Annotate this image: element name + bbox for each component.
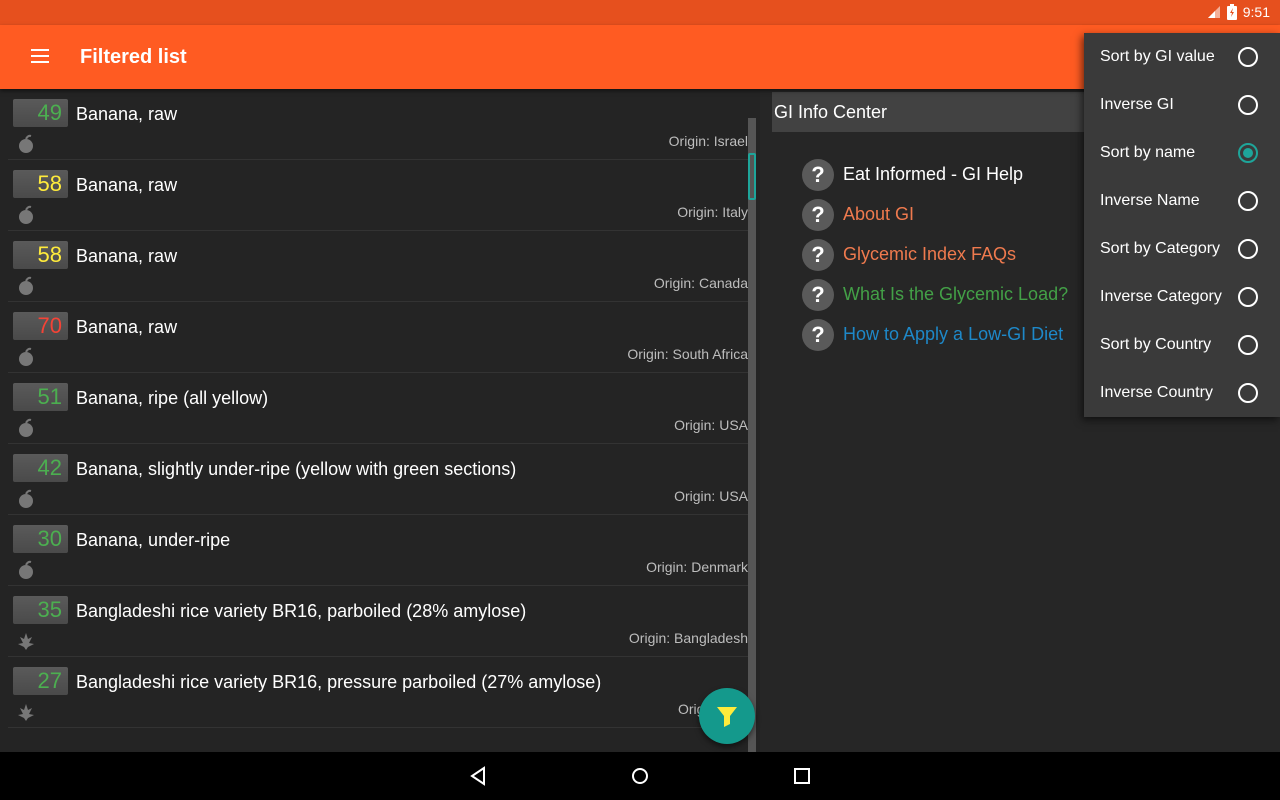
sort-option[interactable]: Sort by Country [1084, 321, 1280, 369]
scrollbar-thumb[interactable] [748, 153, 756, 200]
battery-charging-icon [1226, 4, 1237, 20]
filter-icon [717, 707, 737, 727]
help-icon: ? [802, 159, 834, 191]
grain-icon [16, 702, 36, 722]
sort-option-label: Sort by name [1100, 144, 1196, 161]
sort-option-label: Inverse Name [1100, 192, 1200, 209]
grain-icon [16, 631, 36, 651]
sort-option-label: Sort by Category [1100, 240, 1221, 257]
food-list[interactable]: 49 Banana, raw Origin: Israel 58 Banana, raw… [0, 89, 760, 752]
gi-value-badge: 30 [13, 525, 68, 553]
page-title: Filtered list [80, 46, 187, 68]
help-icon: ? [802, 239, 834, 271]
scrollbar-track[interactable] [748, 118, 756, 752]
list-item[interactable]: 35 Bangladeshi rice variety BR16, parboil… [8, 586, 748, 657]
recents-icon[interactable] [790, 764, 814, 788]
sort-option[interactable]: Sort by name [1084, 129, 1280, 177]
apple-icon [16, 347, 36, 367]
sort-option-label: Inverse Category [1100, 288, 1222, 305]
list-item[interactable]: 42 Banana, slightly under-ripe (yellow wi… [8, 444, 748, 515]
apple-icon [16, 134, 36, 154]
radio-button[interactable] [1238, 383, 1258, 403]
help-icon: ? [802, 199, 834, 231]
sort-option-label: Sort by Country [1100, 336, 1212, 353]
food-name: Banana, raw [76, 246, 178, 266]
list-item[interactable]: 30 Banana, under-ripe Origin: Denmark [8, 515, 748, 586]
food-name: Banana, slightly under-ripe (yellow with… [76, 459, 517, 479]
help-icon: ? [802, 279, 834, 311]
list-item[interactable]: 70 Banana, raw Origin: South Africa [8, 302, 748, 373]
gi-value-badge: 35 [13, 596, 68, 624]
food-origin: Origin: Israel [668, 133, 748, 149]
radio-button[interactable] [1238, 335, 1258, 355]
info-link-label: What Is the Glycemic Load? [843, 284, 1069, 304]
radio-button[interactable] [1238, 143, 1258, 163]
gi-value-badge: 70 [13, 312, 68, 340]
apple-icon [16, 489, 36, 509]
apple-icon [16, 276, 36, 296]
sort-option[interactable]: Inverse Category [1084, 273, 1280, 321]
back-icon[interactable] [466, 764, 490, 788]
radio-button[interactable] [1238, 191, 1258, 211]
gi-value-badge: 42 [13, 454, 68, 482]
apple-icon [16, 418, 36, 438]
info-link-label: Eat Informed - GI Help [843, 164, 1024, 184]
food-origin: Origin: South Africa [627, 346, 748, 362]
sort-menu: Sort by GI value Inverse GI Sort by name In… [1084, 33, 1280, 417]
gi-value-badge: 58 [13, 170, 68, 198]
radio-button[interactable] [1238, 239, 1258, 259]
sort-option-label: Inverse GI [1100, 96, 1174, 113]
food-origin: Origin: Bangladesh [628, 630, 748, 646]
list-item[interactable]: 27 Bangladeshi rice variety BR16, pressur… [8, 657, 748, 728]
hamburger-menu-icon[interactable] [20, 45, 60, 69]
filter-fab-button[interactable] [699, 688, 755, 744]
radio-button[interactable] [1238, 95, 1258, 115]
gi-value-badge: 49 [13, 99, 68, 127]
food-name: Banana, raw [76, 175, 178, 195]
info-link-label: Glycemic Index FAQs [843, 244, 1017, 264]
food-origin: Origin: USA [674, 417, 748, 433]
sort-option-label: Sort by GI value [1100, 48, 1215, 65]
food-origin: Origin: Canada [653, 275, 748, 291]
sort-option[interactable]: Sort by Category [1084, 225, 1280, 273]
food-origin: Origin: Italy [677, 204, 748, 220]
sort-option[interactable]: Inverse GI [1084, 81, 1280, 129]
home-icon[interactable] [628, 764, 652, 788]
list-item[interactable]: 49 Banana, raw Origin: Israel [8, 89, 748, 160]
gi-value-badge: 27 [13, 667, 68, 695]
food-name: Banana, raw [76, 317, 178, 337]
list-item[interactable]: 51 Banana, ripe (all yellow) Origin: USA [8, 373, 748, 444]
food-name: Banana, under-ripe [76, 530, 231, 550]
sort-option-label: Inverse Country [1100, 384, 1213, 401]
sort-option[interactable]: Sort by GI value [1084, 33, 1280, 81]
navigation-bar [0, 752, 1280, 800]
radio-button[interactable] [1238, 47, 1258, 67]
food-name: Banana, raw [76, 104, 178, 124]
sort-option[interactable]: Inverse Country [1084, 369, 1280, 417]
clock: 9:51 [1242, 4, 1270, 20]
sort-option[interactable]: Inverse Name [1084, 177, 1280, 225]
food-origin: Origin: Denmark [646, 559, 748, 575]
food-name: Bangladeshi rice variety BR16, pressure … [76, 672, 602, 692]
gi-value-badge: 58 [13, 241, 68, 269]
list-item[interactable]: 58 Banana, raw Origin: Canada [8, 231, 748, 302]
info-link-label: About GI [843, 204, 915, 224]
food-origin: Origin: USA [674, 488, 748, 504]
radio-button[interactable] [1238, 287, 1258, 307]
food-name: Banana, ripe (all yellow) [76, 388, 269, 408]
food-name: Bangladeshi rice variety BR16, parboiled… [76, 601, 527, 621]
help-icon: ? [802, 319, 834, 351]
list-item[interactable]: 58 Banana, raw Origin: Italy [8, 160, 748, 231]
apple-icon [16, 560, 36, 580]
signal-icon [1207, 6, 1220, 18]
status-bar: 9:51 [0, 0, 1280, 25]
apple-icon [16, 205, 36, 225]
status-icons: 9:51 [1207, 4, 1270, 20]
gi-value-badge: 51 [13, 383, 68, 411]
info-link-label: How to Apply a Low-GI Diet [843, 324, 1064, 344]
